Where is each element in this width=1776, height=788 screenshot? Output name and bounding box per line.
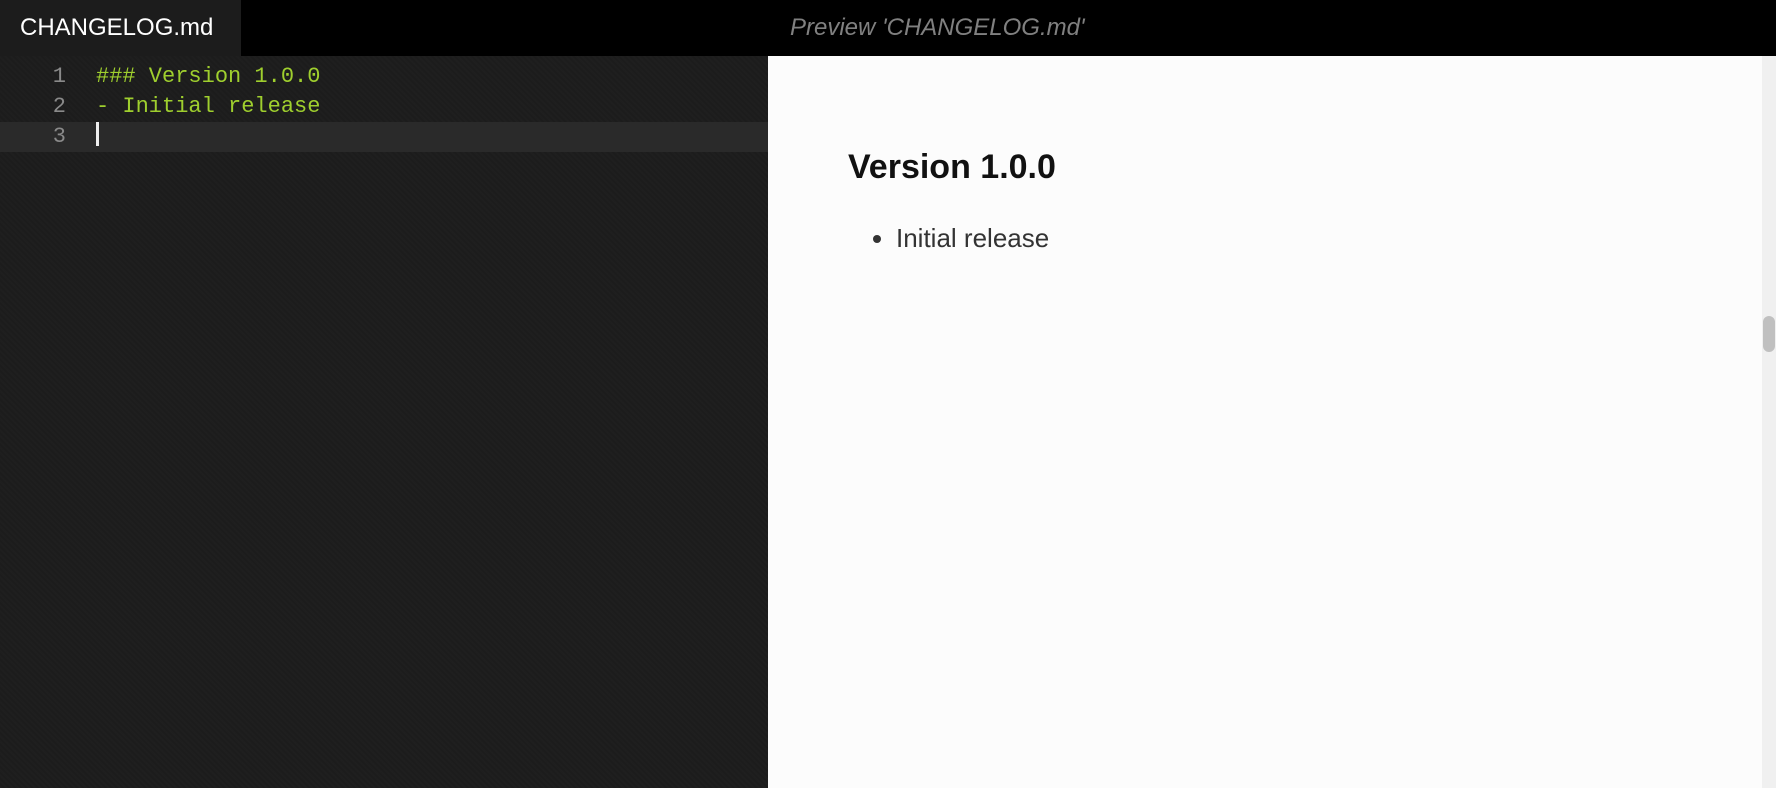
app-root: CHANGELOG.md 1### Version 1.0.02- Initia… (0, 0, 1776, 788)
preview-scrollbar-track[interactable] (1762, 56, 1776, 788)
preview-tab-label: Preview 'CHANGELOG.md' (790, 14, 1085, 42)
preview-list: Initial release (848, 223, 1696, 254)
editor-line[interactable]: 3 (0, 122, 768, 152)
line-number: 1 (0, 62, 96, 92)
editor-tab-active[interactable]: CHANGELOG.md (0, 0, 241, 56)
preview-tab-bar: Preview 'CHANGELOG.md' (768, 0, 1776, 56)
preview-pane: Preview 'CHANGELOG.md' Version 1.0.0 Ini… (768, 0, 1776, 788)
text-cursor (96, 122, 99, 146)
line-number: 3 (0, 122, 96, 152)
editor-tab-label: CHANGELOG.md (20, 14, 213, 42)
line-content[interactable]: - Initial release (96, 92, 768, 122)
preview-body: Version 1.0.0 Initial release (768, 56, 1776, 788)
line-number: 2 (0, 92, 96, 122)
editor-tab-bar: CHANGELOG.md (0, 0, 768, 56)
preview-scrollbar-thumb[interactable] (1763, 316, 1775, 352)
editor-line[interactable]: 2- Initial release (0, 92, 768, 122)
preview-list-item: Initial release (896, 223, 1696, 254)
editor-pane: CHANGELOG.md 1### Version 1.0.02- Initia… (0, 0, 768, 788)
line-content[interactable]: ### Version 1.0.0 (96, 62, 768, 92)
preview-heading: Version 1.0.0 (848, 148, 1696, 187)
editor-body[interactable]: 1### Version 1.0.02- Initial release3 (0, 56, 768, 788)
preview-tab-active[interactable]: Preview 'CHANGELOG.md' (768, 0, 1107, 56)
editor-line[interactable]: 1### Version 1.0.0 (0, 62, 768, 92)
line-content[interactable] (96, 122, 768, 153)
